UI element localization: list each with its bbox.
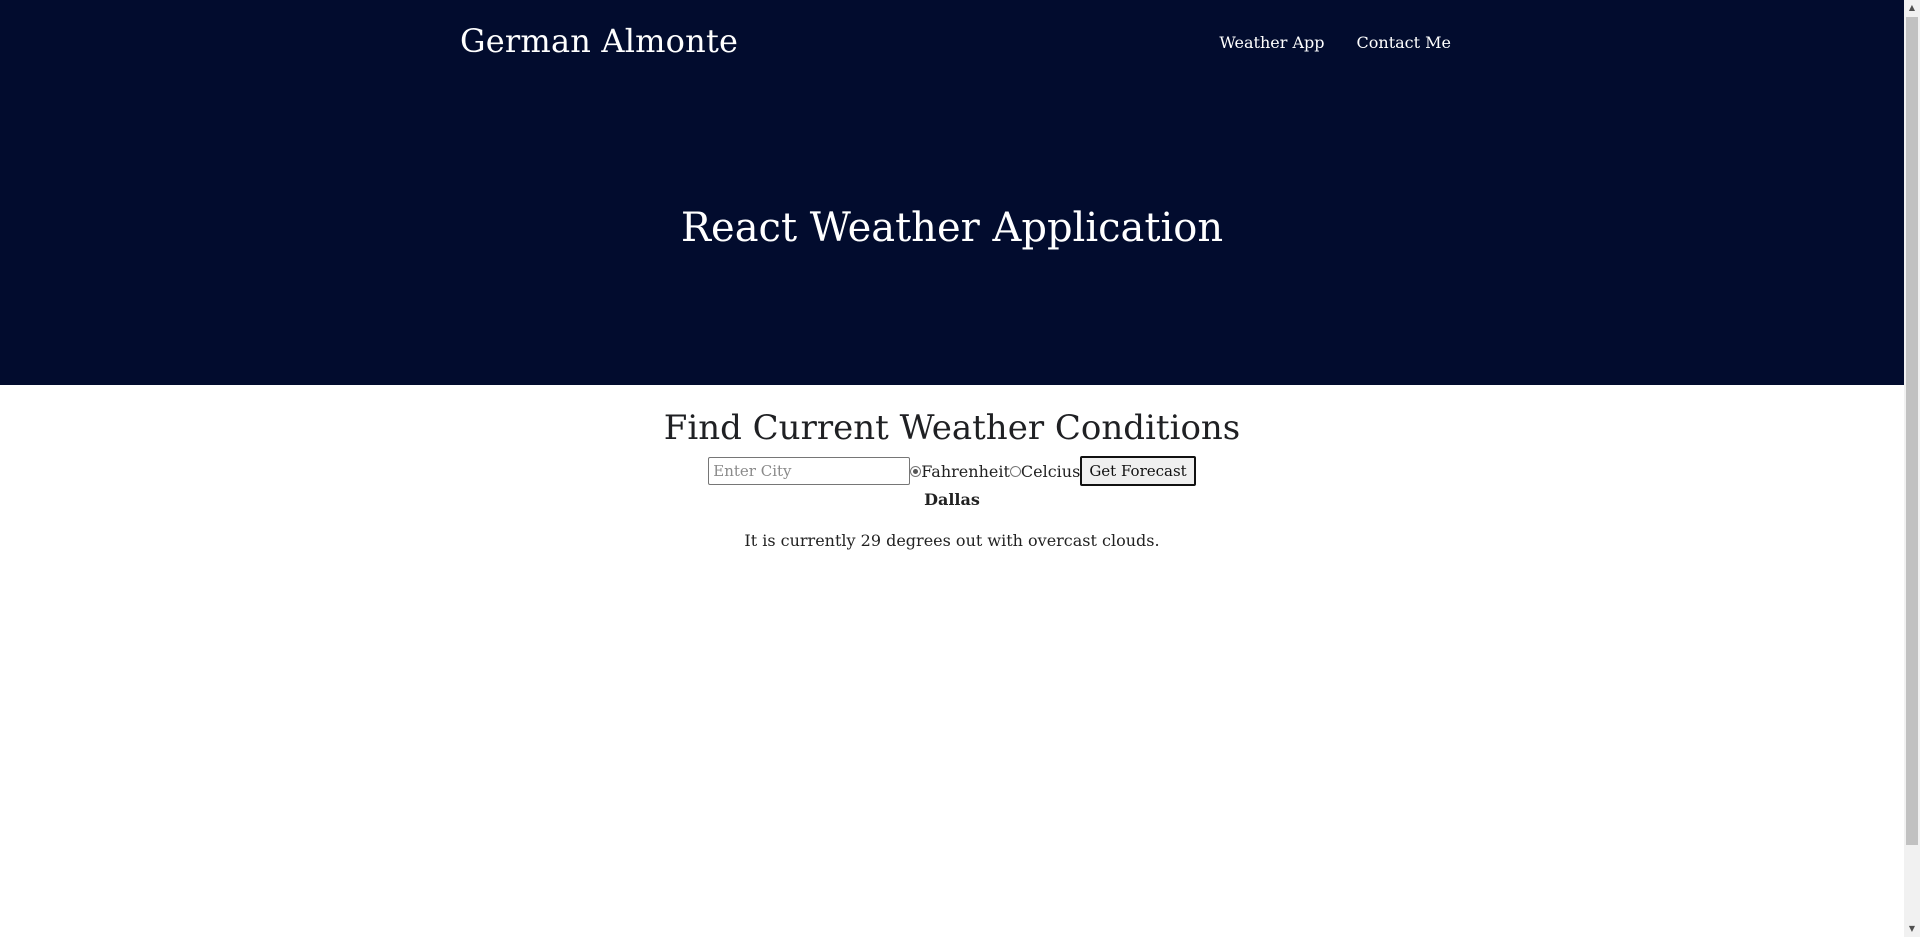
scroll-down-arrow-icon[interactable]: ▼ bbox=[1904, 921, 1920, 937]
hero-title: React Weather Application bbox=[680, 205, 1224, 251]
vertical-scrollbar[interactable]: ▲ ▼ bbox=[1904, 0, 1920, 937]
radio-fahrenheit-label: Fahrenheit bbox=[921, 461, 1010, 481]
nav-link-contact-me[interactable]: Contact Me bbox=[1357, 33, 1451, 52]
weather-form: Fahrenheit Celcius Get Forecast bbox=[708, 456, 1196, 486]
result-city: Dallas bbox=[924, 490, 980, 509]
section-title: Find Current Weather Conditions bbox=[663, 408, 1241, 448]
nav-link-weather-app[interactable]: Weather App bbox=[1219, 33, 1324, 52]
scrollbar-thumb[interactable] bbox=[1906, 17, 1918, 845]
radio-celcius-label: Celcius bbox=[1020, 461, 1081, 481]
scroll-up-arrow-icon[interactable]: ▲ bbox=[1904, 0, 1920, 16]
radio-fahrenheit-button[interactable] bbox=[910, 465, 922, 477]
header-hero: German Almonte Weather App Contact Me Re… bbox=[0, 0, 1904, 385]
radio-fahrenheit[interactable]: Fahrenheit bbox=[910, 462, 1010, 481]
radio-celcius[interactable]: Celcius bbox=[1009, 461, 1081, 481]
radio-celcius-button[interactable] bbox=[1009, 465, 1021, 477]
page: German Almonte Weather App Contact Me Re… bbox=[0, 0, 1904, 937]
weather-section: Find Current Weather Conditions Fahrenhe… bbox=[0, 385, 1904, 550]
top-nav: Weather App Contact Me bbox=[1219, 33, 1451, 52]
get-forecast-button[interactable]: Get Forecast bbox=[1080, 456, 1196, 486]
result-conditions: It is currently 29 degrees out with over… bbox=[744, 531, 1160, 550]
city-input[interactable] bbox=[708, 457, 911, 485]
brand-logo-text[interactable]: German Almonte bbox=[460, 22, 738, 60]
